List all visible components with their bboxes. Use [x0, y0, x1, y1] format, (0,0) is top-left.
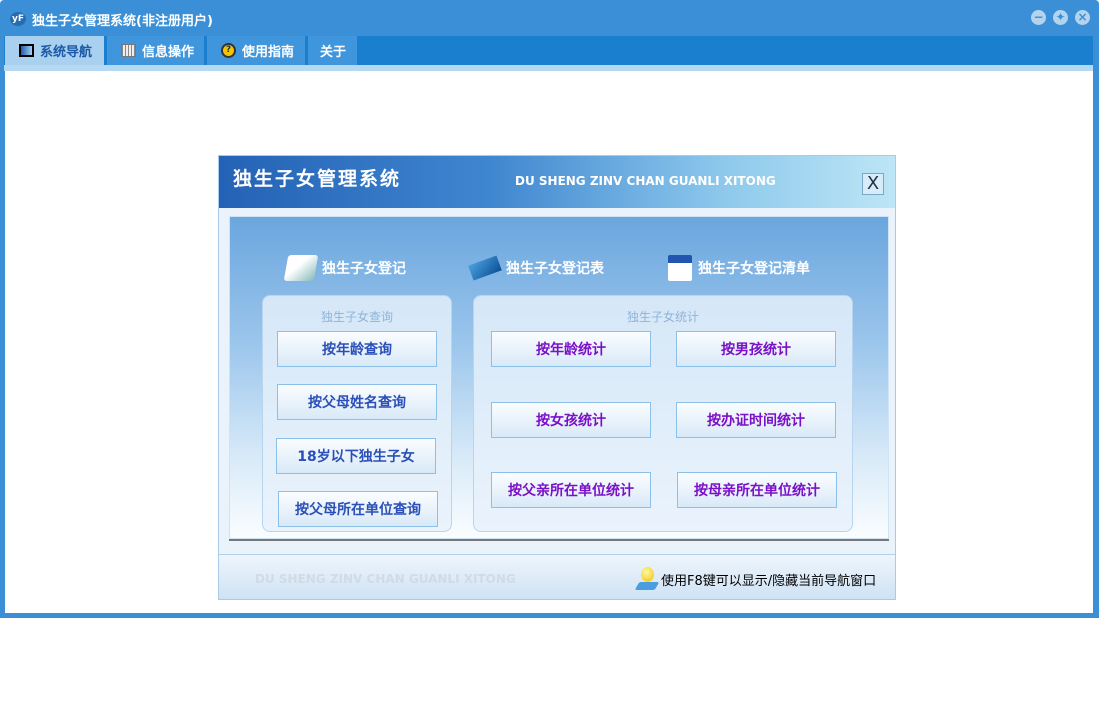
query-by-parent-employer-button[interactable]: 按父母所在单位查询 — [278, 491, 438, 527]
tab-system-nav[interactable]: 系统导航 — [5, 36, 104, 65]
title-bar: yF 独生子女管理系统(非注册用户) — [10, 9, 213, 29]
tab-bar: 系统导航 信息操作 ? 使用指南 关于 — [4, 36, 1093, 65]
close-window-button[interactable]: × — [1075, 10, 1090, 25]
section-register-table[interactable]: 独生子女登记表 — [470, 255, 604, 281]
stats-group-title: 独生子女统计 — [474, 308, 852, 325]
navigation-dialog: 独生子女管理系统 DU SHENG ZINV CHAN GUANLI XITON… — [218, 155, 896, 600]
dialog-subtitle: DU SHENG ZINV CHAN GUANLI XITONG — [515, 174, 776, 188]
dialog-footer: DU SHENG ZINV CHAN GUANLI XITONG 使用F8键可以… — [219, 554, 895, 599]
dialog-close-button[interactable]: X — [862, 173, 884, 195]
section-register-list[interactable]: 独生子女登记清单 — [668, 255, 810, 281]
stats-by-father-employer-button[interactable]: 按父亲所在单位统计 — [491, 472, 651, 508]
tab-user-guide[interactable]: ? 使用指南 — [207, 36, 305, 65]
query-by-parent-name-button[interactable]: 按父母姓名查询 — [277, 384, 437, 420]
minimize-button[interactable]: − — [1031, 10, 1046, 25]
book-icon — [468, 256, 502, 281]
under-18-button[interactable]: 18岁以下独生子女 — [276, 438, 436, 474]
query-group-title: 独生子女查询 — [263, 308, 451, 325]
tab-label: 使用指南 — [242, 41, 294, 60]
section-label: 独生子女登记表 — [506, 258, 604, 278]
monitor-icon — [19, 44, 34, 57]
main-panel: 独生子女登记 独生子女登记表 独生子女登记清单 独生子女查询 按年龄查询 按父母… — [229, 216, 889, 539]
section-label: 独生子女登记清单 — [698, 258, 810, 278]
tab-label: 信息操作 — [142, 41, 194, 60]
app-logo-icon: yF — [10, 12, 26, 26]
lightbulb-icon — [637, 567, 657, 591]
stats-by-boy-button[interactable]: 按男孩统计 — [676, 331, 836, 367]
window-title: 独生子女管理系统(非注册用户) — [32, 10, 213, 29]
restore-button[interactable]: ✦ — [1053, 10, 1068, 25]
stats-by-age-button[interactable]: 按年龄统计 — [491, 331, 651, 367]
grid-icon — [121, 44, 136, 57]
tab-about[interactable]: 关于 — [308, 36, 357, 65]
dialog-title: 独生子女管理系统 — [233, 164, 401, 191]
section-label: 独生子女登记 — [322, 258, 406, 278]
register-icon — [284, 255, 319, 281]
dialog-header: 独生子女管理系统 DU SHENG ZINV CHAN GUANLI XITON… — [219, 156, 895, 208]
query-by-age-button[interactable]: 按年龄查询 — [277, 331, 437, 367]
stats-by-cert-date-button[interactable]: 按办证时间统计 — [676, 402, 836, 438]
help-icon: ? — [221, 43, 236, 58]
footer-watermark: DU SHENG ZINV CHAN GUANLI XITONG — [255, 572, 516, 586]
query-group: 独生子女查询 按年龄查询 按父母姓名查询 18岁以下独生子女 按父母所在单位查询 — [262, 295, 452, 532]
stats-by-mother-employer-button[interactable]: 按母亲所在单位统计 — [677, 472, 837, 508]
list-icon — [668, 255, 692, 281]
stats-group: 独生子女统计 按年龄统计 按男孩统计 按女孩统计 按办证时间统计 按父亲所在单位… — [473, 295, 853, 532]
tab-label: 关于 — [320, 41, 346, 60]
footer-hint: 使用F8键可以显示/隐藏当前导航窗口 — [637, 567, 876, 591]
stats-by-girl-button[interactable]: 按女孩统计 — [491, 402, 651, 438]
footer-hint-text: 使用F8键可以显示/隐藏当前导航窗口 — [661, 570, 876, 589]
tab-label: 系统导航 — [40, 41, 92, 60]
tab-info-ops[interactable]: 信息操作 — [107, 36, 204, 65]
section-register[interactable]: 独生子女登记 — [286, 255, 406, 281]
